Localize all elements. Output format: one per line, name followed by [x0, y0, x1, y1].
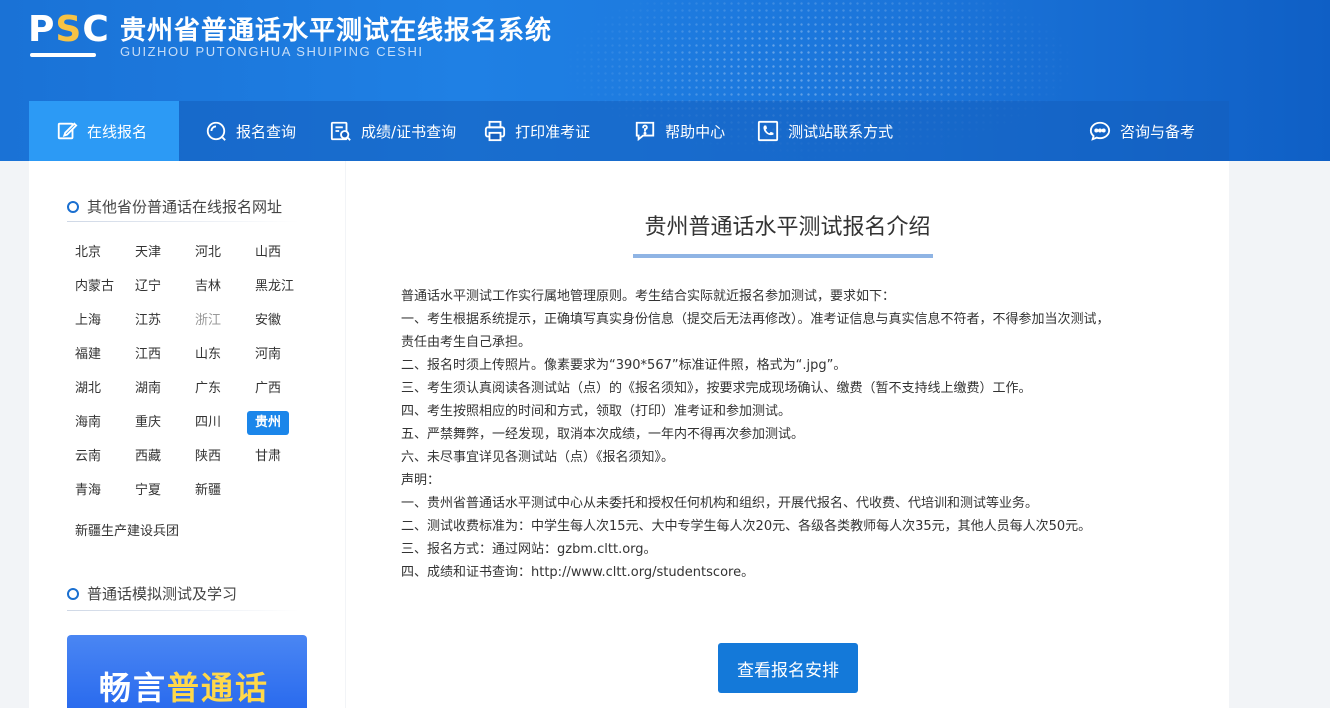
province-link[interactable]: 海南 [67, 411, 109, 435]
view-registration-schedule-button[interactable]: 查看报名安排 [718, 643, 858, 693]
edit-icon [57, 122, 78, 140]
banner-text: 畅言普通话 [99, 663, 269, 708]
province-link[interactable]: 山西 [247, 241, 289, 265]
nav-label: 测试站联系方式 [788, 122, 894, 141]
province-link[interactable]: 甘肃 [247, 445, 289, 469]
site-header: PSC 贵州省普通话水平测试在线报名系统 GUIZHOU PUTONGHUA S… [0, 0, 1330, 161]
printer-icon [484, 120, 506, 142]
changyan-putonghua-banner[interactable]: 畅言普通话 [67, 635, 307, 708]
intro-paragraph: 六、未尽事宜详见各测试站（点）《报名须知》。 [401, 450, 675, 465]
province-link-xinjiang-bingtuan[interactable]: 新疆生产建设兵团 [67, 520, 187, 544]
province-link[interactable]: 吉林 [187, 275, 229, 299]
site-title: 贵州省普通话水平测试在线报名系统 [120, 16, 553, 46]
nav-label: 帮助中心 [665, 122, 726, 141]
site-subtitle: GUIZHOU PUTONGHUA SHUIPING CESHI [120, 44, 424, 59]
province-link[interactable]: 北京 [67, 241, 109, 265]
intro-paragraph: 二、测试收费标准为：中学生每人次15元、大中专学生每人次20元、各级各类教师每人… [401, 519, 1092, 534]
sidebar: 其他省份普通话在线报名网址 新疆生产建设兵团 普通话模拟测试及学习 畅言普通话 … [29, 161, 345, 708]
province-link[interactable]: 安徽 [247, 309, 289, 333]
divider [67, 221, 299, 222]
province-link[interactable]: 内蒙古 [67, 275, 122, 299]
province-link[interactable]: 广西 [247, 377, 289, 401]
nav-test-site-contacts[interactable]: 测试站联系方式 [741, 101, 909, 161]
intro-paragraph: 责任由考生自己承担。 [401, 335, 532, 350]
circle-bullet-icon [67, 200, 79, 213]
help-icon [635, 121, 655, 142]
nav-label: 打印准考证 [515, 122, 591, 141]
banner-text-yellow: 普通话 [167, 669, 270, 707]
banner-text-white: 畅言 [99, 669, 168, 707]
province-link[interactable]: 陕西 [187, 445, 229, 469]
intro-paragraph: 一、考生根据系统提示，正确填写真实身份信息（提交后无法再修改）。准考证信息与真实… [401, 312, 1110, 327]
province-link[interactable]: 河北 [187, 241, 229, 265]
province-link[interactable]: 浙江 [187, 309, 229, 333]
divider [67, 610, 299, 611]
province-link[interactable]: 西藏 [127, 445, 169, 469]
intro-paragraph: 三、报名方式：通过网站：gzbm.cltt.org。 [401, 542, 657, 557]
intro-text: 普通话水平测试工作实行属地管理原则。考生结合实际就近报名参加测试，要求如下： 一、… [401, 285, 1201, 584]
phone-icon [758, 120, 779, 142]
nav-online-registration[interactable]: 在线报名 [29, 101, 179, 161]
province-link[interactable]: 福建 [67, 343, 109, 367]
province-link[interactable]: 天津 [127, 241, 169, 265]
province-link[interactable]: 新疆 [187, 479, 229, 503]
intro-paragraph: 五、严禁舞弊，一经发现，取消本次成绩，一年内不得再次参加测试。 [401, 427, 805, 442]
province-link[interactable]: 上海 [67, 309, 109, 333]
province-link[interactable]: 辽宁 [127, 275, 169, 299]
intro-paragraph: 三、考生须认真阅读各测试站（点）的《报名须知》，按要求完成现场确认、缴费（暂不支… [401, 381, 1032, 396]
logo-letter-c: C [82, 9, 110, 50]
logo-letter-p: P [28, 9, 56, 50]
provinces-section-title: 其他省份普通话在线报名网址 [67, 196, 282, 217]
nav-score-certificate-query[interactable]: 成绩/证书查询 [312, 101, 472, 161]
province-link[interactable]: 黑龙江 [247, 275, 302, 299]
intro-paragraph: 普通话水平测试工作实行属地管理原则。考生结合实际就近报名参加测试，要求如下： [401, 289, 896, 304]
nav-label: 在线报名 [87, 122, 148, 141]
practice-title-text: 普通话模拟测试及学习 [87, 585, 238, 603]
nav-consult-prepare[interactable]: 咨询与备考 [1073, 101, 1211, 161]
intro-paragraph: 声明： [401, 473, 441, 488]
province-link[interactable]: 湖南 [127, 377, 169, 401]
main-content: 贵州普通话水平测试报名介绍 普通话水平测试工作实行属地管理原则。考生结合实际就近… [346, 161, 1229, 708]
circle-bullet-icon [67, 587, 79, 600]
nav-label: 报名查询 [236, 122, 297, 141]
province-link[interactable]: 云南 [67, 445, 109, 469]
chat-icon [1089, 121, 1111, 141]
logo-letter-s: S [55, 9, 83, 50]
province-link[interactable]: 河南 [247, 343, 289, 367]
province-link[interactable]: 广东 [187, 377, 229, 401]
intro-paragraph: 一、贵州省普通话水平测试中心从未委托和授权任何机构和组织，开展代报名、代收费、代… [401, 496, 1039, 511]
certificate-search-icon [330, 121, 351, 141]
province-link[interactable]: 湖北 [67, 377, 109, 401]
intro-paragraph: 四、成绩和证书查询：http://www.cltt.org/studentsco… [401, 565, 755, 580]
practice-section-title: 普通话模拟测试及学习 [67, 583, 237, 604]
province-link[interactable]: 青海 [67, 479, 109, 503]
search-icon [206, 121, 226, 141]
nav-label: 成绩/证书查询 [361, 122, 457, 141]
province-link[interactable]: 宁夏 [127, 479, 169, 503]
nav-print-admission-ticket[interactable]: 打印准考证 [472, 101, 606, 161]
province-link[interactable]: 江西 [127, 343, 169, 367]
province-link[interactable]: 山东 [187, 343, 229, 367]
psc-logo[interactable]: PSC [28, 9, 109, 62]
province-link[interactable]: 重庆 [127, 411, 169, 435]
provinces-title-text: 其他省份普通话在线报名网址 [87, 198, 283, 216]
intro-paragraph: 二、报名时须上传照片。像素要求为“390*567”标准证件照，格式为“.jpg”… [401, 358, 847, 373]
intro-paragraph: 四、考生按照相应的时间和方式，领取（打印）准考证和参加测试。 [401, 404, 792, 419]
province-link[interactable]: 江苏 [127, 309, 169, 333]
page-title: 贵州普通话水平测试报名介绍 [644, 215, 931, 240]
nav-label: 咨询与备考 [1119, 122, 1195, 141]
nav-registration-query[interactable]: 报名查询 [179, 101, 312, 161]
title-underline [633, 254, 933, 258]
nav-help-center[interactable]: 帮助中心 [606, 101, 741, 161]
province-link[interactable]: 四川 [187, 411, 229, 435]
province-link[interactable]: 贵州 [247, 411, 290, 435]
logo-bar [30, 53, 96, 57]
main-nav: 在线报名 报名查询 成绩/证书查询 打印准考证 帮助中心 测试站联系方式 咨询与… [29, 101, 1229, 161]
